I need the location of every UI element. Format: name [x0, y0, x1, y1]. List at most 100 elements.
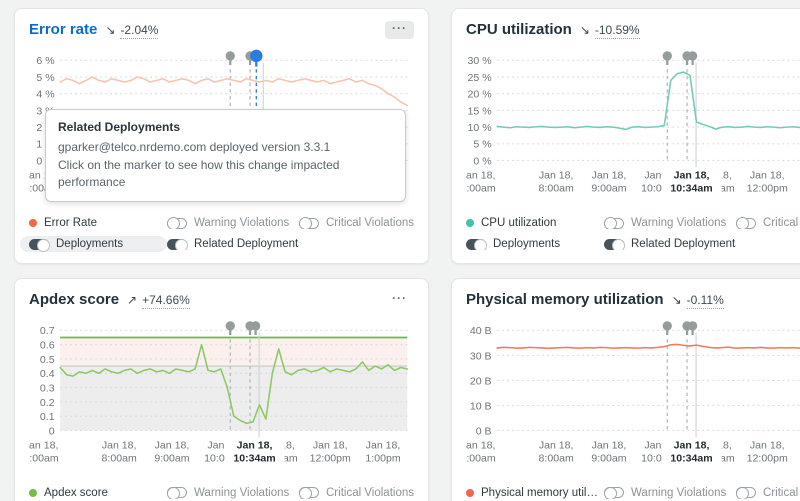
toggle-off-icon	[167, 486, 187, 499]
svg-text:Jan 18,: Jan 18,	[674, 169, 710, 181]
svg-text:Jan 18,: Jan 18,	[313, 439, 348, 451]
panel-header: Physical memory utilization ↘ -0.11% ···	[466, 291, 800, 315]
svg-text:10:34am: 10:34am	[670, 452, 712, 464]
svg-text:7:00am: 7:00am	[466, 183, 496, 195]
panel-menu-button[interactable]: ···	[385, 291, 414, 309]
toggle-warning-violations[interactable]: Warning Violations	[604, 217, 736, 230]
toggle-off-icon	[736, 217, 756, 230]
panel-title[interactable]: Physical memory utilization	[466, 291, 664, 308]
tooltip-line2: Click on the marker to see how this chan…	[58, 157, 340, 190]
critical-violations-label: Critical Violations	[763, 217, 800, 230]
series-label: CPU utilization	[481, 217, 557, 230]
svg-text:Jan 18,: Jan 18,	[539, 439, 574, 451]
svg-text:Jan 18,: Jan 18,	[466, 439, 495, 451]
toggle-off-icon	[736, 486, 756, 499]
trend-value: -0.11%	[686, 292, 724, 309]
panel-header: CPU utilization ↘ -10.59% ···	[466, 21, 800, 45]
legend: Apdex score Warning Violations Critical …	[29, 482, 414, 501]
critical-violations-label: Critical Violations	[326, 486, 414, 499]
svg-text:9:00am: 9:00am	[154, 452, 189, 464]
chart-panel: Physical memory utilization ↘ -0.11% ···…	[451, 277, 800, 501]
line-chart[interactable]: 30 % 25 % 20 % 15 % 10 % 5 % 0 % Jan 18, 7:00am J…	[466, 47, 800, 212]
svg-text:Jan 18,: Jan 18,	[539, 169, 574, 181]
svg-text:9:00am: 9:00am	[591, 452, 626, 464]
toggle-critical-violations[interactable]: Critical Violations	[736, 217, 800, 230]
legend-series-item[interactable]: CPU utilization	[466, 217, 604, 229]
toggle-deployments[interactable]: Deployments	[466, 238, 604, 251]
toggle-on-icon	[167, 238, 188, 251]
related-deployments-label: Related Deployments	[631, 238, 736, 251]
toggle-on-icon	[466, 238, 487, 251]
deployment-tooltip: Related Deployments gparker@telco.nrdemo…	[45, 109, 406, 202]
panel-title[interactable]: Apdex score	[29, 291, 119, 308]
svg-text:1:00pm: 1:00pm	[365, 452, 400, 464]
chart-area: 6 %5 %4 %3 %2 %1 %0 %Jan 18,7:00amJan 18…	[29, 47, 414, 212]
svg-text:Jan 18,: Jan 18,	[102, 439, 137, 451]
toggle-warning-violations[interactable]: Warning Violations	[167, 217, 299, 230]
legend-series-item[interactable]: Apdex score	[29, 487, 167, 499]
svg-text:12:00pm: 12:00pm	[310, 452, 351, 464]
svg-text:0: 0	[49, 425, 55, 437]
toggle-on-icon	[604, 238, 625, 251]
svg-text:10 B: 10 B	[470, 400, 492, 412]
svg-text:7:00am: 7:00am	[466, 452, 496, 464]
toggle-warning-violations[interactable]: Warning Violations	[167, 486, 299, 499]
warning-violations-label: Warning Violations	[631, 217, 727, 230]
chart-area: 40 B30 B20 B10 B0 BJan 18,7:00amJan 18,8…	[466, 317, 800, 482]
legend-series-item[interactable]: Error Rate	[29, 217, 167, 229]
trend-value: -2.04%	[120, 23, 159, 39]
svg-text:Jan 18,: Jan 18,	[592, 169, 627, 181]
dashboard-grid: Error rate ↘ -2.04% ··· 6 %5 %4 %3 %2 %1…	[0, 0, 800, 501]
toggle-warning-violations[interactable]: Warning Violations	[604, 486, 736, 499]
chart-panel: CPU utilization ↘ -10.59% ··· 30 % 25 % 20…	[451, 8, 800, 264]
chart-area: 0.70.60.50.40.30.20.10Jan 18,7:00amJan 1…	[29, 317, 414, 482]
toggle-off-icon	[167, 217, 187, 230]
critical-violations-label: Critical Violations	[326, 217, 414, 230]
toggle-critical-violations[interactable]: Critical Violations	[299, 486, 414, 499]
chart-panel: Apdex score ↗ +74.66% ··· 0.7 0.6 0.5 0.4 0.…	[14, 277, 429, 501]
series-label: Apdex score	[44, 486, 108, 499]
svg-text:0.5: 0.5	[40, 354, 55, 366]
panel-title[interactable]: Error rate	[29, 21, 97, 38]
trend-value: -10.59%	[594, 23, 640, 39]
trend-arrow-icon: ↘	[105, 23, 116, 37]
series-color-dot	[29, 488, 37, 497]
toggle-critical-violations[interactable]: Critical Violations	[299, 217, 414, 230]
svg-text:9:00am: 9:00am	[591, 183, 626, 195]
svg-text:15 %: 15 %	[468, 105, 493, 117]
toggle-critical-violations[interactable]: Critical Violations	[736, 486, 800, 499]
svg-text:Jan 18,: Jan 18,	[466, 169, 495, 181]
svg-text:20 %: 20 %	[468, 89, 493, 101]
toggle-off-icon	[604, 486, 624, 499]
line-chart[interactable]: 40 B30 B20 B10 B0 BJan 18,7:00amJan 18,8…	[466, 317, 800, 482]
trend-value: +74.66%	[142, 292, 190, 309]
toggle-off-icon	[604, 217, 624, 230]
panel-title[interactable]: CPU utilization	[466, 21, 572, 38]
legend-series-item[interactable]: Physical memory utilization	[466, 487, 604, 499]
deployments-label: Deployments	[56, 238, 124, 251]
svg-text:6 %: 6 %	[36, 55, 55, 67]
toggle-deployments[interactable]: Deployments	[20, 236, 167, 253]
svg-text:12:00pm: 12:00pm	[747, 183, 788, 195]
toggle-on-icon	[29, 238, 50, 252]
series-color-dot	[466, 219, 474, 228]
svg-text:0.4: 0.4	[40, 368, 55, 380]
chart-panel: Error rate ↘ -2.04% ··· 6 %5 %4 %3 %2 %1…	[14, 8, 429, 264]
trend-arrow-icon: ↗	[127, 292, 138, 307]
svg-text:8:00am: 8:00am	[102, 452, 137, 464]
series-color-dot	[29, 219, 37, 228]
legend: CPU utilization Warning Violations Criti…	[466, 213, 800, 255]
line-chart[interactable]: 0.70.60.50.40.30.20.10Jan 18,7:00amJan 1…	[29, 317, 414, 482]
svg-text:0.3: 0.3	[40, 382, 55, 394]
svg-text:0.2: 0.2	[40, 396, 55, 408]
panel-menu-button[interactable]: ···	[385, 21, 414, 39]
svg-text:Jan 18,: Jan 18,	[674, 439, 710, 451]
svg-text:7:00am: 7:00am	[29, 452, 59, 464]
svg-text:5 %: 5 %	[36, 72, 55, 84]
toggle-related-deployments[interactable]: Related Deployments	[167, 238, 299, 251]
related-deployments-label: Related Deployments	[194, 238, 299, 251]
toggle-related-deployments[interactable]: Related Deployments	[604, 238, 736, 251]
svg-text:0 %: 0 %	[473, 155, 492, 167]
warning-violations-label: Warning Violations	[194, 217, 290, 230]
svg-text:8:00am: 8:00am	[539, 183, 574, 195]
